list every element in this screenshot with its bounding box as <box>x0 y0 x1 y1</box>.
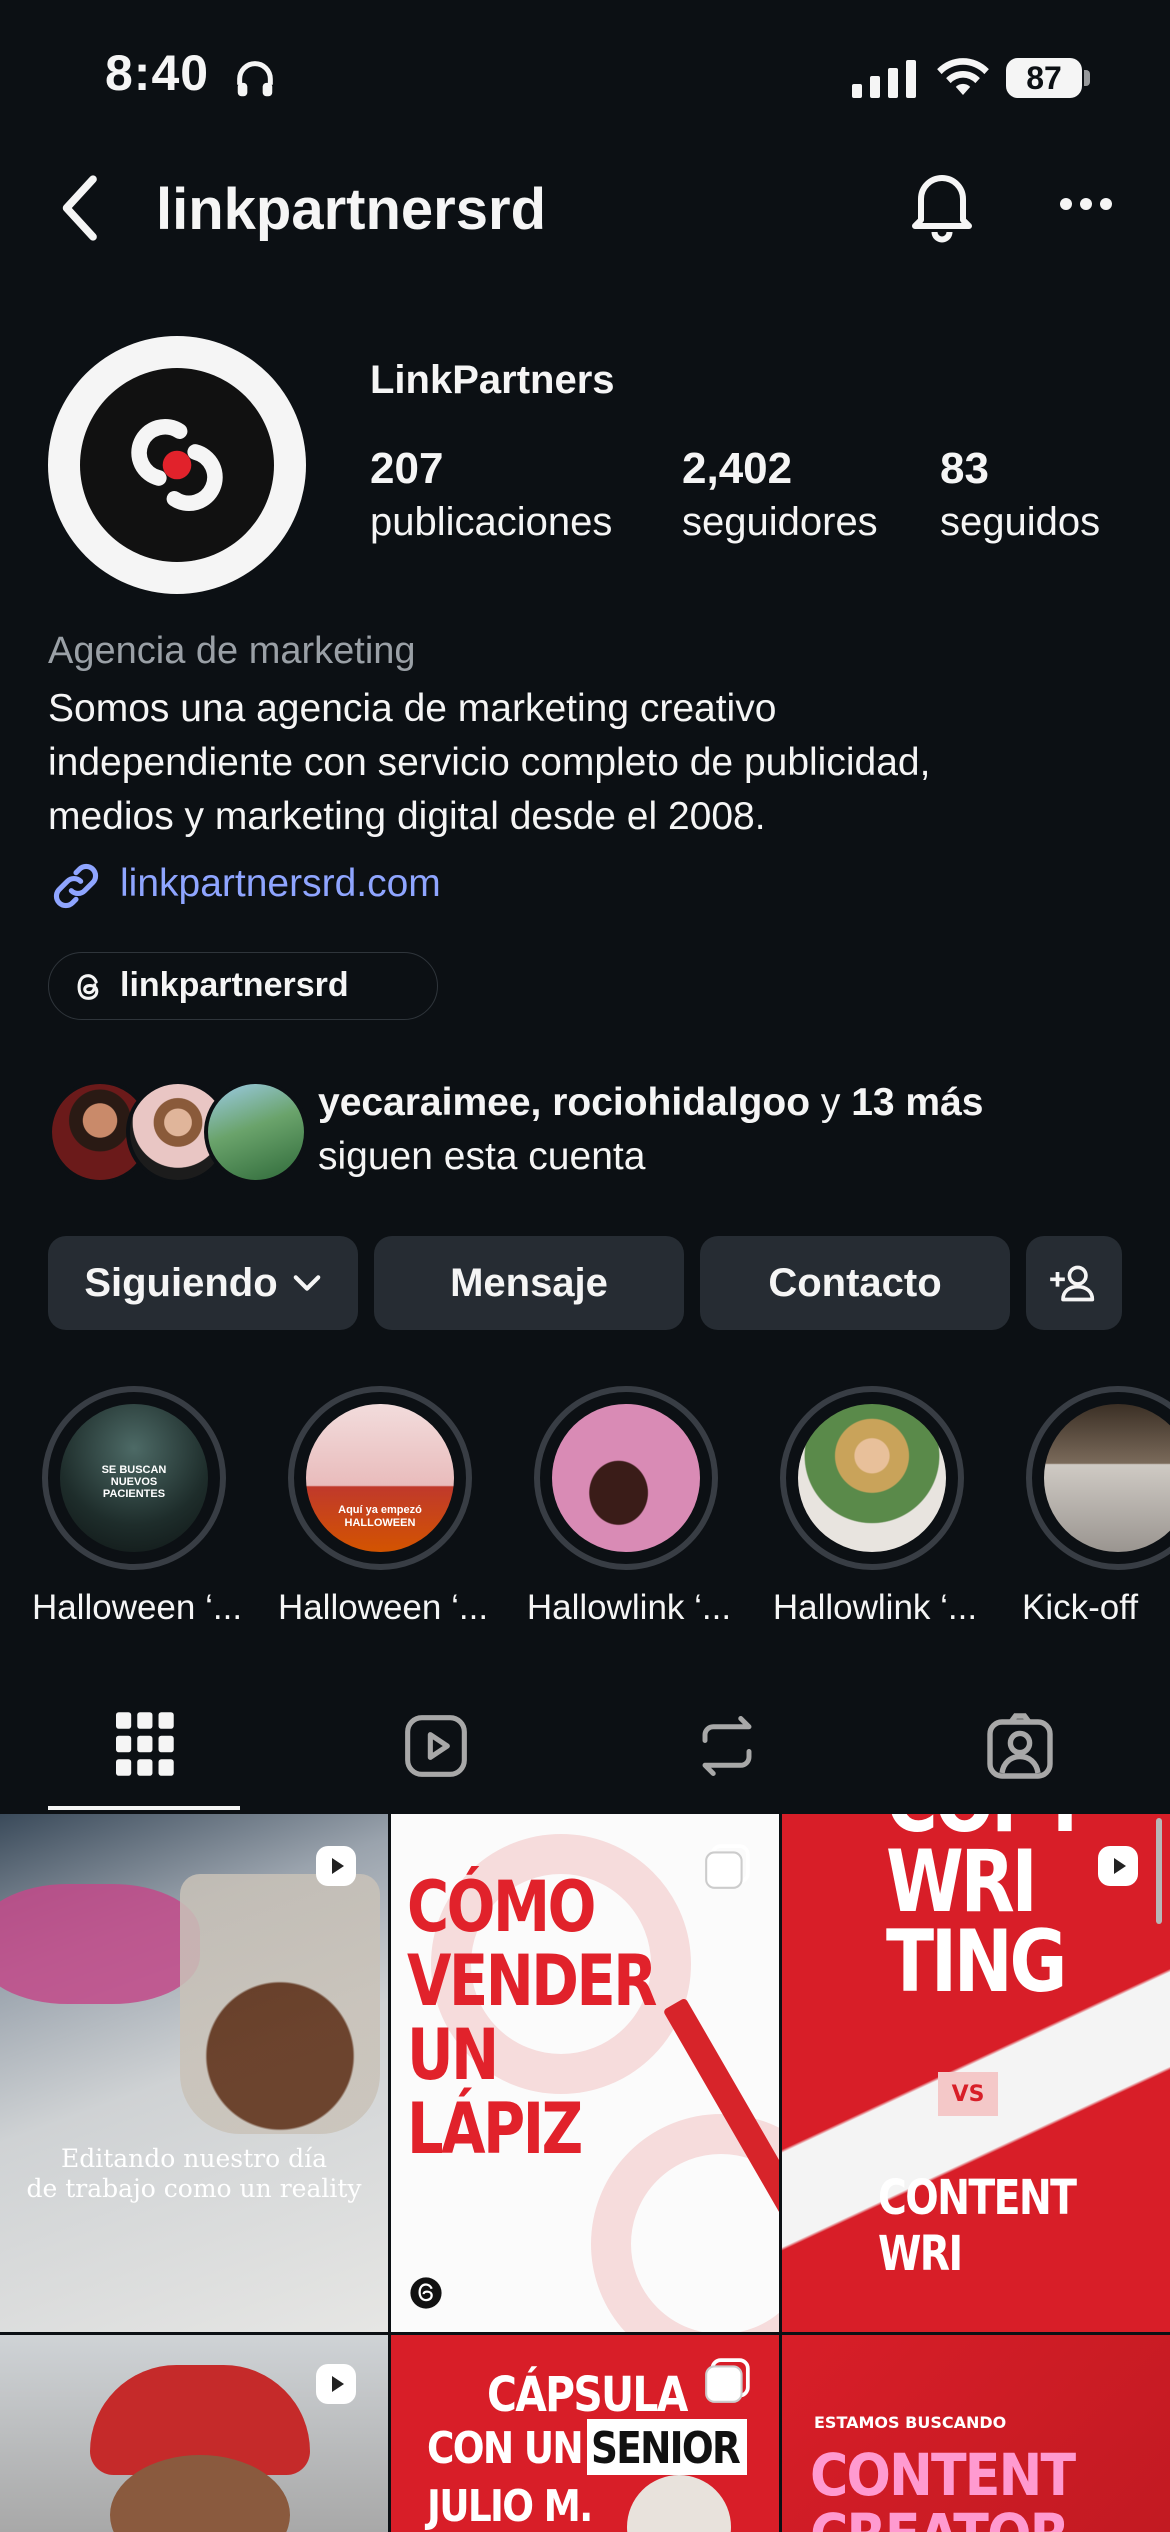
following-label: Siguiendo <box>84 1260 278 1305</box>
active-tab-indicator <box>48 1806 240 1810</box>
suggested-users-button[interactable] <box>1026 1236 1122 1330</box>
highlight-label[interactable]: Hallowlink ‘... <box>514 1588 744 1628</box>
highlight-story[interactable]: SE BUSCAN NUEVOS PACIENTES <box>42 1386 226 1570</box>
website-link[interactable]: linkpartnersrd.com <box>120 862 441 906</box>
battery-level: 87 <box>1006 58 1082 98</box>
highlight-cover-text: Aquí ya empezó HALLOWEEN <box>338 1504 422 1530</box>
battery-tip <box>1084 70 1090 86</box>
highlight-story[interactable] <box>780 1386 964 1570</box>
post-title-bottom: JULIO M. <box>427 2481 593 2532</box>
profile-username: linkpartnersrd <box>156 177 546 242</box>
link-icon <box>53 863 99 909</box>
wifi-icon <box>937 58 989 95</box>
following-label[interactable]: seguidos <box>940 500 1100 545</box>
tagged-icon[interactable] <box>984 1710 1056 1782</box>
posts-count[interactable]: 207 <box>370 444 443 494</box>
highlight-label[interactable]: Halloween ‘... <box>268 1588 498 1628</box>
post-caption: Editando nuestro día de trabajo como un … <box>26 2144 362 2203</box>
following-count[interactable]: 83 <box>940 444 989 494</box>
contact-button[interactable]: Contacto <box>700 1236 1010 1330</box>
mutual-more: 13 más <box>851 1081 984 1124</box>
highlight-cover <box>552 1404 700 1552</box>
posts-label[interactable]: publicaciones <box>370 500 612 545</box>
highlight-cover <box>798 1404 946 1552</box>
mutual-followers-text[interactable]: yecaraimee, rociohidalgoo y 13 más sigue… <box>318 1076 1138 1184</box>
post-title-highlight: SENIOR <box>591 2423 741 2474</box>
post-tile[interactable]: ESTAMOS BUSCANDO CONTENT CREATOR <box>782 2335 1170 2532</box>
post-tile[interactable]: COPY WRI TING VS CONTENT WRI <box>782 1814 1170 2332</box>
highlight-label[interactable]: Kick-off <box>1006 1588 1170 1628</box>
following-button[interactable]: Siguiendo <box>48 1236 358 1330</box>
highlight-story[interactable] <box>534 1386 718 1570</box>
post-small-text: ESTAMOS BUSCANDO <box>814 2413 1007 2432</box>
post-caption: CÓMO VENDER UN LÁPIZ <box>407 1866 657 2170</box>
chevron-down-icon <box>293 1275 320 1291</box>
highlight-cover <box>1044 1404 1170 1552</box>
post-title-top: COPY WRI TING <box>886 1814 1091 2012</box>
message-button[interactable]: Mensaje <box>374 1236 684 1330</box>
followers-label[interactable]: seguidores <box>682 500 878 545</box>
bio-text: Somos una agencia de marketing creativo … <box>48 682 1128 844</box>
grid-icon[interactable] <box>116 1712 174 1776</box>
mutual-names: yecaraimee, rociohidalgoo <box>318 1081 811 1124</box>
highlight-cover: Aquí ya empezó HALLOWEEN <box>306 1404 454 1552</box>
post-tile[interactable]: Editando nuestro día de trabajo como un … <box>0 1814 388 2332</box>
profile-category: Agencia de marketing <box>48 630 416 672</box>
reels-icon[interactable] <box>402 1712 470 1780</box>
reposts-icon[interactable] <box>694 1710 760 1782</box>
avatar[interactable] <box>48 336 306 594</box>
bio-line: independiente con servicio completo de p… <box>48 741 931 784</box>
headphones-icon <box>237 61 273 97</box>
threads-icon <box>77 974 99 1000</box>
add-person-icon <box>1050 1265 1095 1302</box>
bio-line: Somos una agencia de marketing creativo <box>48 687 777 730</box>
bio-line: medios y marketing digital desde el 2008… <box>48 795 766 838</box>
scrollbar[interactable] <box>1156 1818 1162 1924</box>
follower-avatar[interactable] <box>204 1080 308 1184</box>
highlight-story[interactable]: Aquí ya empezó HALLOWEEN <box>288 1386 472 1570</box>
post-title-mid: CON UN <box>427 2423 584 2474</box>
threads-icon <box>410 2277 442 2309</box>
post-vs: VS <box>951 2082 985 2107</box>
post-title-top: CÁPSULA <box>487 2367 688 2423</box>
followers-count[interactable]: 2,402 <box>682 444 792 494</box>
more-options-icon[interactable] <box>1058 196 1114 212</box>
highlight-cover-text: SE BUSCAN NUEVOS PACIENTES <box>101 1464 167 1501</box>
post-title-bottom: CONTENT WRI <box>878 2170 1077 2282</box>
bell-icon[interactable] <box>906 166 978 244</box>
reel-icon <box>1098 1846 1138 1886</box>
highlight-label[interactable]: Halloween ‘... <box>22 1588 252 1628</box>
mutual-connector: y <box>810 1081 852 1124</box>
post-big-text: CONTENT CREATOR <box>810 2441 1076 2532</box>
reel-icon <box>316 2364 356 2404</box>
highlight-label[interactable]: Hallowlink ‘... <box>760 1588 990 1628</box>
linkpartners-logo-icon <box>131 418 223 512</box>
carousel-icon <box>705 2358 750 2403</box>
signal-icon <box>852 60 916 98</box>
display-name: LinkPartners <box>370 358 615 402</box>
threads-handle[interactable]: linkpartnersrd <box>120 966 349 1005</box>
back-chevron-icon[interactable] <box>56 172 106 244</box>
status-time: 8:40 <box>105 45 210 101</box>
carousel-icon <box>705 1844 750 1889</box>
highlight-cover: SE BUSCAN NUEVOS PACIENTES <box>60 1404 208 1552</box>
mutual-suffix: siguen esta cuenta <box>318 1135 646 1178</box>
reel-icon <box>316 1846 356 1886</box>
highlight-story[interactable] <box>1026 1386 1170 1570</box>
